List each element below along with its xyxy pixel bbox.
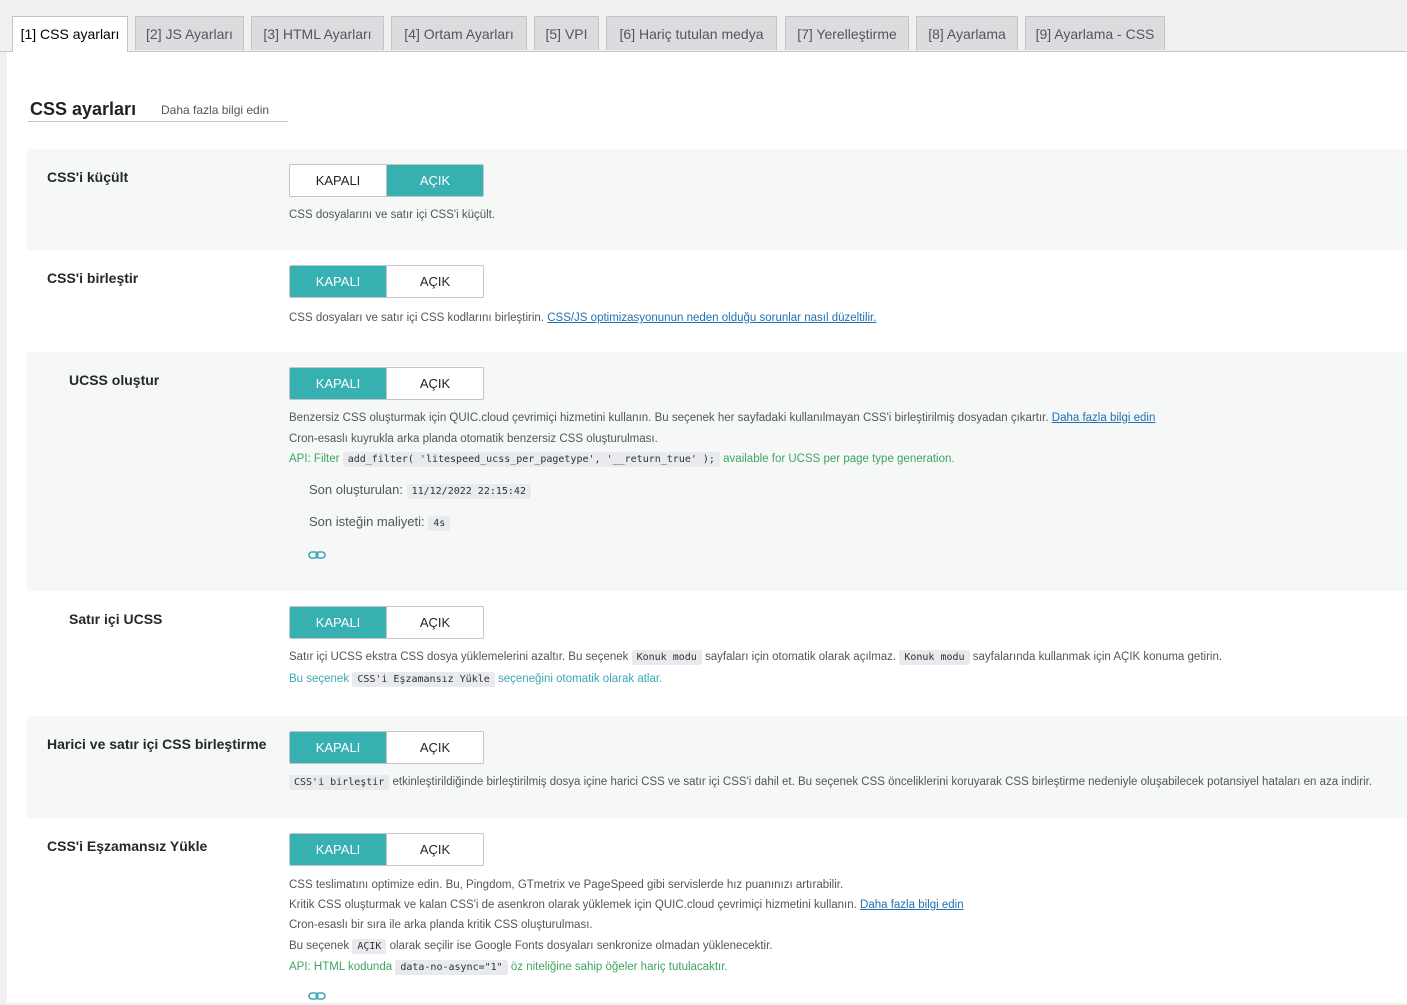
learn-more-link[interactable]: Daha fazla bilgi edin	[860, 899, 964, 911]
setting-row-css-combine-ext-inline: Harici ve satır içi CSS birleştirme KAPA…	[27, 716, 1407, 818]
tab-vpi[interactable]: [5] VPI	[534, 16, 599, 50]
api-code: data-no-async="1"	[395, 960, 508, 975]
fix-issues-link[interactable]: CSS/JS optimizasyonunun neden olduğu sor…	[547, 312, 876, 324]
ccss-description: Kritik CSS oluşturmak ve kalan CSS'i de …	[289, 899, 964, 911]
note-text: Bu seçenek	[289, 673, 350, 685]
setting-label: CSS'i birleştir	[47, 270, 139, 286]
setting-label: CSS'i Eşzamansız Yükle	[47, 838, 208, 854]
toggle-off-option[interactable]: KAPALI	[290, 368, 387, 399]
description-text: etkinleştirildiğinde birleştirilmiş dosy…	[392, 776, 1373, 788]
setting-row-css-async: CSS'i Eşzamansız Yükle KAPALI AÇIK CSS t…	[27, 818, 1407, 1003]
description-text: Benzersiz CSS oluşturmak için QUIC.cloud…	[289, 412, 1049, 424]
toggle-on-option[interactable]: AÇIK	[387, 165, 483, 196]
setting-row-css-combine: CSS'i birleştir KAPALI AÇIK CSS dosyalar…	[27, 250, 1407, 352]
setting-description: CSS dosyaları ve satır içi CSS kodlarını…	[289, 312, 876, 324]
ucss-inline-toggle[interactable]: KAPALI AÇIK	[289, 606, 484, 639]
last-generated: Son oluşturulan: 11/12/2022 22:15:42	[309, 482, 531, 499]
tab-media-settings[interactable]: [4] Ortam Ayarları	[391, 16, 527, 50]
api-suffix: öz niteliğine sahip öğeler hariç tutulac…	[510, 961, 728, 973]
api-code: add_filter( 'litespeed_ucss_per_pagetype…	[342, 452, 720, 467]
toggle-on-option[interactable]: AÇIK	[387, 732, 483, 763]
on-code: AÇIK	[352, 939, 387, 954]
api-note: API: Filter add_filter( 'litespeed_ucss_…	[289, 452, 955, 467]
description-text: Bu seçenek	[289, 940, 350, 952]
tab-js-settings[interactable]: [2] JS Ayarları	[135, 16, 244, 50]
css-combine-ext-inline-toggle[interactable]: KAPALI AÇIK	[289, 731, 484, 764]
bypass-note: Bu seçenek CSS'i Eşzamansız Yükle seçene…	[289, 672, 663, 687]
tab-css-settings[interactable]: [1] CSS ayarları	[12, 16, 128, 52]
toggle-on-option[interactable]: AÇIK	[387, 834, 483, 865]
toggle-off-option[interactable]: KAPALI	[290, 165, 387, 196]
last-request-cost: Son isteğin maliyeti: 4s	[309, 514, 451, 531]
setting-row-ucss-inline: Satır içi UCSS KAPALI AÇIK Satır içi UCS…	[27, 591, 1407, 716]
setting-label: UCSS oluştur	[69, 372, 160, 388]
setting-label: Satır içi UCSS	[69, 611, 163, 627]
setting-description: CSS'i birleştir etkinleştirildiğinde bir…	[289, 775, 1373, 790]
note-text: seçeneğini otomatik olarak atlar.	[497, 673, 663, 685]
css-combine-toggle[interactable]: KAPALI AÇIK	[289, 265, 484, 298]
description-text: CSS dosyaları ve satır içi CSS kodlarını…	[289, 312, 545, 324]
toggle-on-option[interactable]: AÇIK	[387, 266, 483, 297]
toggle-off-option[interactable]: KAPALI	[290, 732, 387, 763]
learn-more-link[interactable]: Daha fazla bilgi edin	[161, 103, 269, 117]
learn-more-link[interactable]: Daha fazla bilgi edin	[1052, 412, 1156, 424]
last-cost-label: Son isteğin maliyeti:	[309, 514, 425, 529]
api-prefix: API: HTML kodunda	[289, 961, 393, 973]
description-text: sayfaları için otomatik olarak açılmaz.	[705, 651, 897, 663]
tab-excluded-media[interactable]: [6] Hariç tutulan medya	[606, 16, 777, 50]
last-generated-value: 11/12/2022 22:15:42	[406, 484, 531, 499]
setting-description: Satır içi UCSS ekstra CSS dosya yüklemel…	[289, 650, 1223, 665]
setting-label: CSS'i küçült	[47, 169, 129, 185]
guest-mode-code: Konuk modu	[899, 650, 970, 665]
last-cost-value: 4s	[428, 516, 451, 531]
description-text: Kritik CSS oluşturmak ve kalan CSS'i de …	[289, 899, 857, 911]
toggle-off-option[interactable]: KAPALI	[290, 607, 387, 638]
guest-mode-code: Konuk modu	[631, 650, 702, 665]
setting-row-css-minify: CSS'i küçült KAPALI AÇIK CSS dosyalarını…	[27, 149, 1407, 250]
section-title: CSS ayarları	[30, 99, 137, 119]
tab-tuning[interactable]: [8] Ayarlama	[916, 16, 1018, 50]
api-prefix: API: Filter	[289, 453, 340, 465]
toggle-on-option[interactable]: AÇIK	[387, 368, 483, 399]
description-text: olarak seçilir ise Google Fonts dosyalar…	[389, 940, 773, 952]
css-minify-toggle[interactable]: KAPALI AÇIK	[289, 164, 484, 197]
cron-description: Cron-esaslı kuyrukla arka planda otomati…	[289, 433, 658, 445]
tab-localization[interactable]: [7] Yerelleştirme	[785, 16, 909, 50]
setting-label: Harici ve satır içi CSS birleştirme	[47, 736, 267, 752]
cron-description: Cron-esaslı bir sıra ile arka planda kri…	[289, 919, 593, 931]
ucss-toggle[interactable]: KAPALI AÇIK	[289, 367, 484, 400]
toggle-off-option[interactable]: KAPALI	[290, 834, 387, 865]
setting-description: Benzersiz CSS oluşturmak için QUIC.cloud…	[289, 412, 1155, 424]
tab-tuning-css[interactable]: [9] Ayarlama - CSS	[1025, 16, 1165, 50]
toggle-on-option[interactable]: AÇIK	[387, 607, 483, 638]
description-text: Satır içi UCSS ekstra CSS dosya yüklemel…	[289, 651, 629, 663]
setting-description: CSS dosyalarını ve satır içi CSS'i küçül…	[289, 209, 496, 221]
description-text: sayfalarında kullanmak için AÇIK konuma …	[972, 651, 1223, 663]
setting-description: CSS teslimatını optimize edin. Bu, Pingd…	[289, 879, 844, 891]
async-css-code: CSS'i Eşzamansız Yükle	[352, 672, 495, 687]
api-note: API: HTML kodunda data-no-async="1" öz n…	[289, 960, 728, 975]
css-combine-code: CSS'i birleştir	[289, 775, 390, 790]
google-fonts-note: Bu seçenek AÇIK olarak seçilir ise Googl…	[289, 939, 773, 954]
last-generated-label: Son oluşturulan:	[309, 482, 403, 497]
api-suffix: available for UCSS per page type generat…	[723, 453, 955, 465]
toggle-off-option[interactable]: KAPALI	[290, 266, 387, 297]
css-async-toggle[interactable]: KAPALI AÇIK	[289, 833, 484, 866]
section-divider	[28, 121, 288, 122]
tab-html-settings[interactable]: [3] HTML Ayarları	[251, 16, 384, 50]
setting-row-ucss: UCSS oluştur KAPALI AÇIK Benzersiz CSS o…	[27, 352, 1407, 591]
link-icon[interactable]	[308, 548, 326, 564]
